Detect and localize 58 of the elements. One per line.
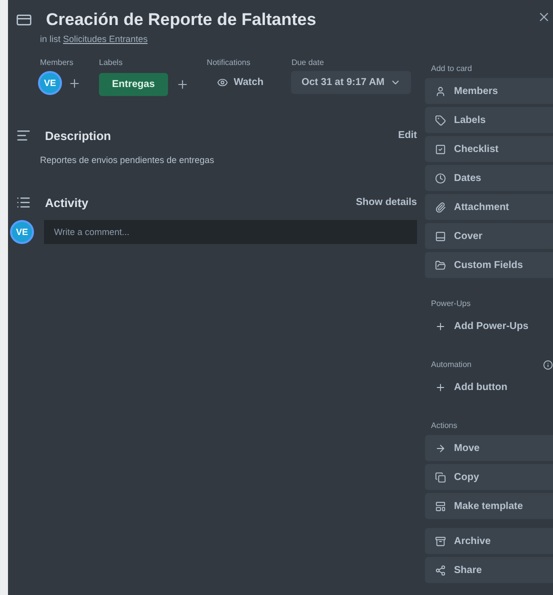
checkbox-icon — [435, 144, 446, 154]
activity-heading: Activity — [45, 196, 88, 210]
sidebar-button[interactable]: Cover — [425, 223, 553, 249]
labels-label: Labels — [99, 58, 124, 67]
card-title: Creación de Reporte de Faltantes — [46, 10, 316, 30]
watch-button[interactable]: Watch — [206, 71, 274, 94]
notifications-label: Notifications — [206, 58, 252, 67]
sidebar-link[interactable]: Add button — [425, 374, 553, 400]
plus-icon — [435, 320, 446, 332]
close-icon[interactable] — [537, 10, 551, 24]
share-icon — [435, 564, 446, 576]
sidebar-button[interactable]: Share — [425, 557, 553, 583]
section-heading: Automation — [431, 360, 472, 369]
tag-icon — [435, 114, 446, 126]
template-icon — [435, 500, 446, 512]
info-icon[interactable] — [543, 360, 553, 370]
paperclip-icon — [435, 202, 446, 212]
description-text: Reportes de envios pendientes de entregas — [40, 155, 216, 165]
eye-icon — [216, 77, 228, 88]
sidebar-button[interactable]: Archive — [425, 528, 553, 554]
sidebar-button[interactable]: Labels — [425, 107, 553, 133]
section-heading: Actions — [431, 421, 458, 430]
panel-icon — [435, 230, 446, 242]
members-label: Members — [40, 58, 74, 67]
member-avatar[interactable]: VE — [40, 73, 60, 93]
plus-icon — [435, 382, 446, 392]
user-avatar: VE — [12, 222, 32, 242]
sidebar-button[interactable]: Checklist — [425, 136, 553, 162]
person-icon — [435, 86, 446, 96]
add-label-icon[interactable] — [176, 78, 189, 91]
section-heading: Power-Ups — [431, 299, 471, 308]
show-details-button[interactable]: Show details — [356, 193, 417, 212]
section-heading: Add to card — [431, 64, 472, 73]
sidebar-button[interactable]: Custom Fields — [425, 252, 553, 278]
activity-icon — [16, 195, 31, 210]
comment-field[interactable]: Write a comment... — [44, 220, 417, 244]
sidebar-link[interactable]: Add Power-Ups — [425, 313, 553, 339]
sidebar-button[interactable]: Members — [425, 78, 553, 104]
folder-icon — [435, 260, 446, 270]
list-prefix: in list — [40, 34, 61, 44]
due-date-label: Due date — [291, 58, 325, 67]
sidebar-button[interactable]: Make template — [425, 493, 553, 519]
description-heading: Description — [45, 128, 112, 142]
arrow-icon — [435, 442, 446, 454]
add-member-icon[interactable] — [68, 76, 81, 90]
sidebar-button[interactable]: Dates — [425, 165, 553, 191]
sidebar-button[interactable]: Attachment — [425, 194, 553, 220]
description-icon — [16, 128, 31, 143]
card-icon — [16, 12, 32, 28]
copy-icon — [435, 472, 446, 482]
due-date-button[interactable]: Oct 31 at 9:17 AM — [291, 71, 412, 94]
archive-icon — [435, 536, 446, 546]
clock-icon — [435, 172, 446, 184]
edit-button[interactable]: Edit — [398, 126, 417, 145]
card-label[interactable]: Entregas — [99, 73, 168, 96]
list-link[interactable]: Solicitudes Entrantes — [63, 34, 148, 44]
sidebar-button[interactable]: Move — [425, 435, 553, 461]
sidebar-button[interactable]: Copy — [425, 464, 553, 490]
